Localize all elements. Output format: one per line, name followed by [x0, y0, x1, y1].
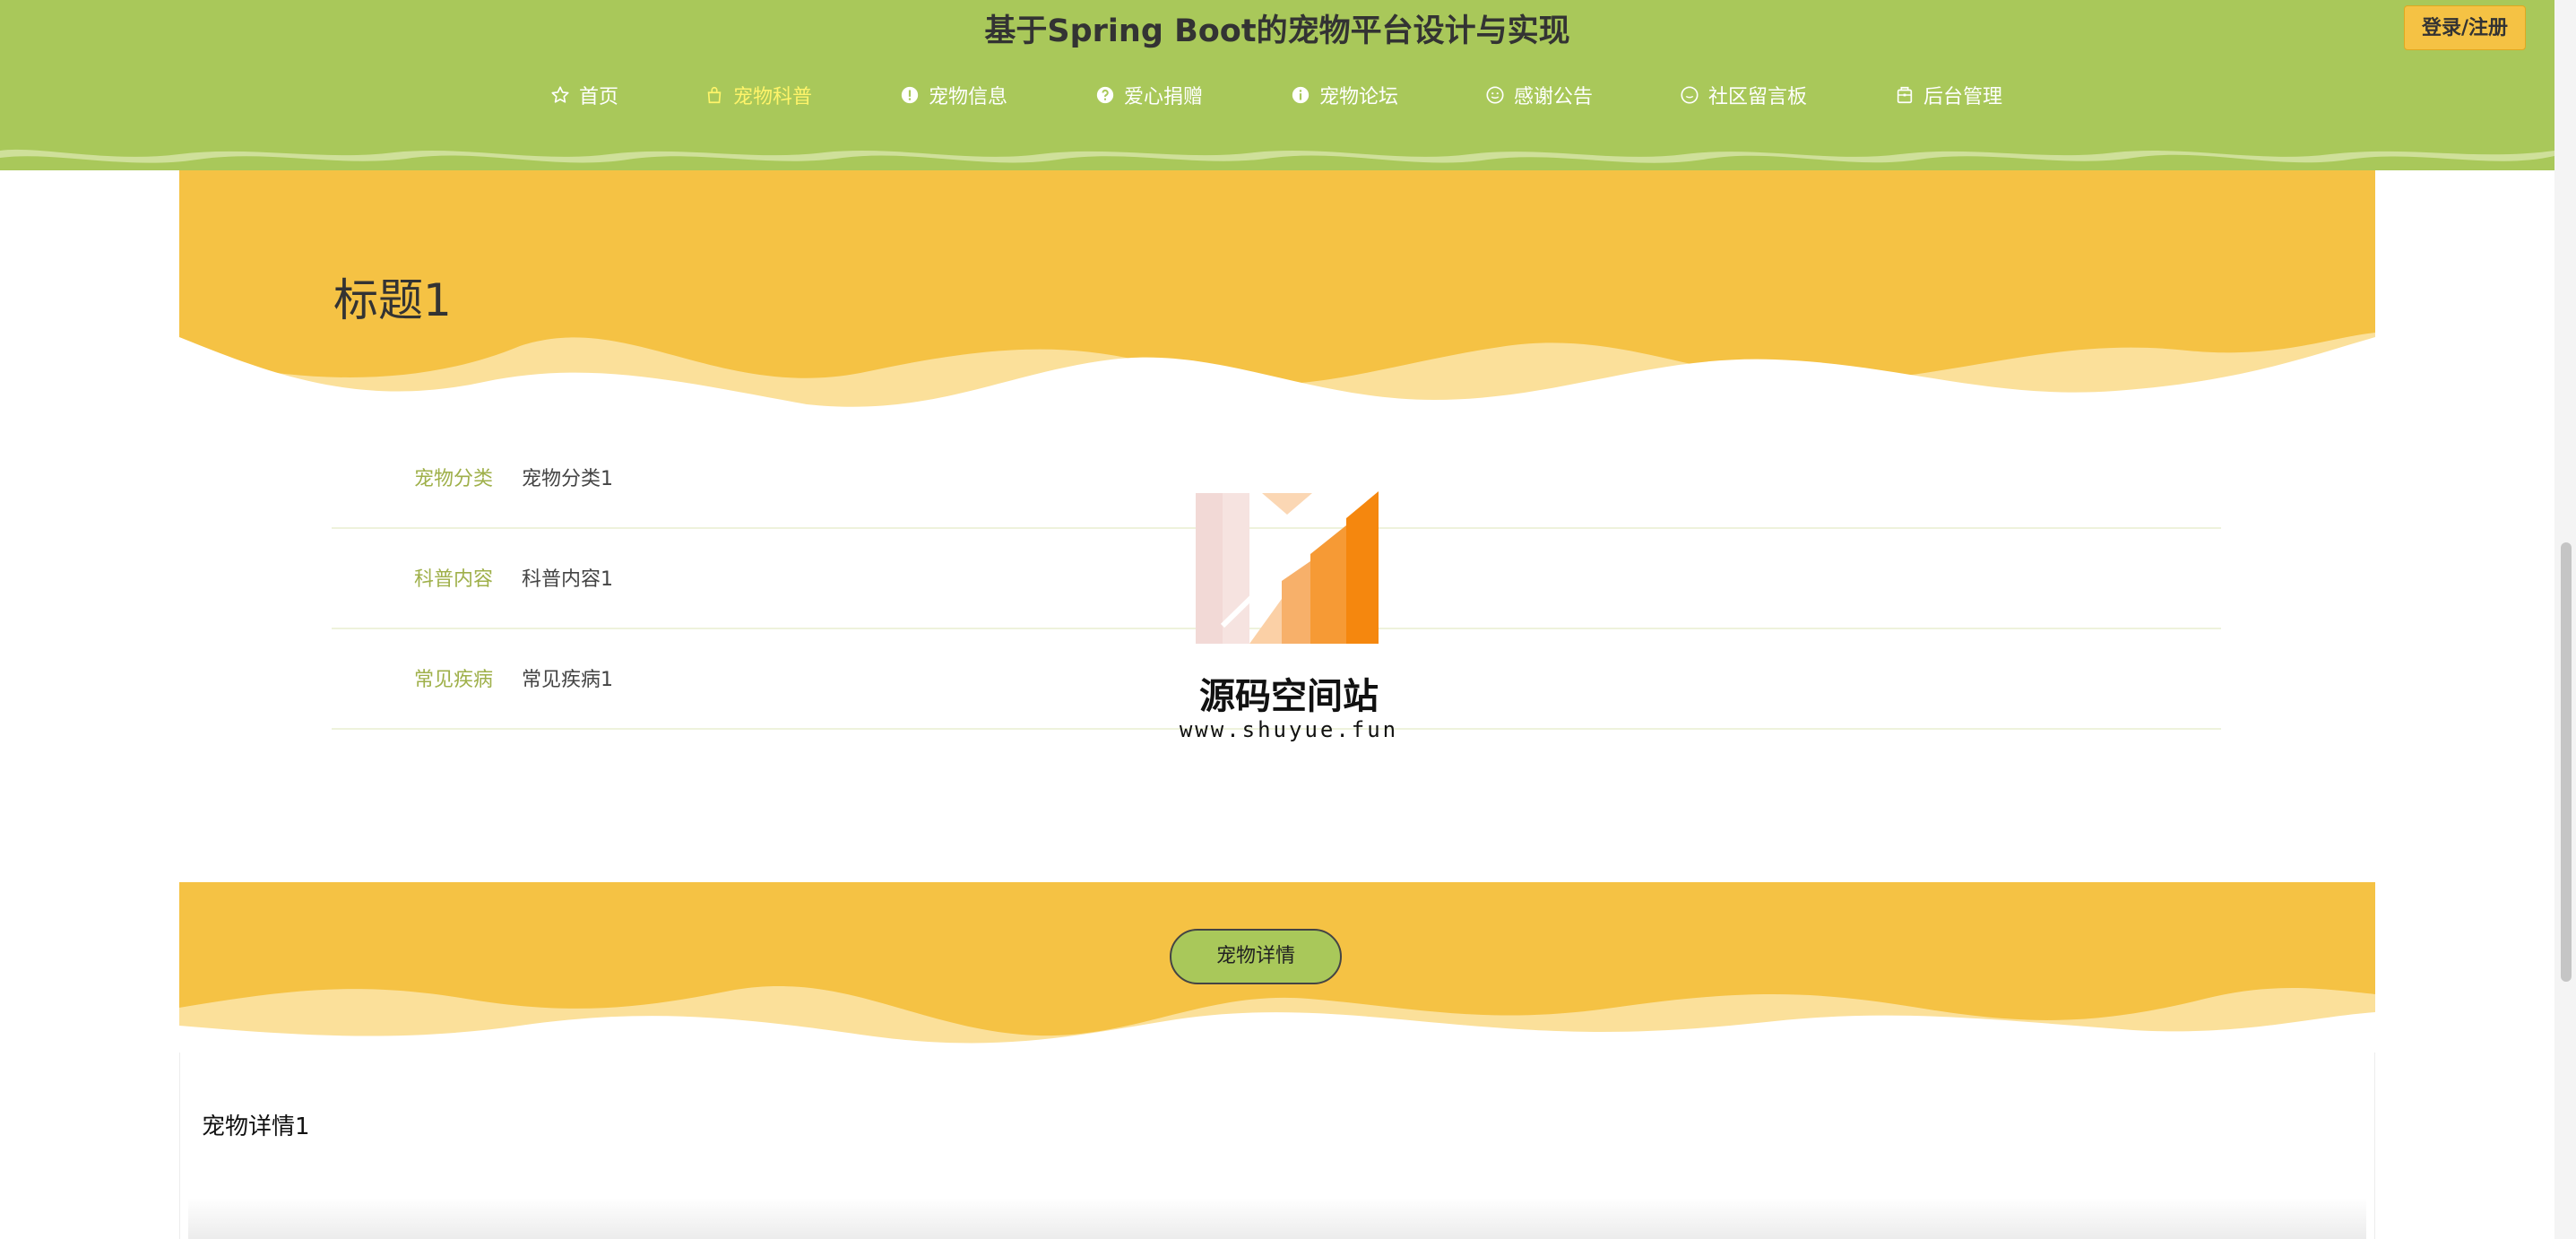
- info-label: 科普内容: [413, 568, 493, 591]
- nav-item-home[interactable]: 首页: [550, 77, 618, 113]
- admin-icon: [1895, 85, 1915, 105]
- nav-item-admin[interactable]: 后台管理: [1895, 77, 2002, 113]
- nav-label: 社区留言板: [1708, 86, 1808, 108]
- info-icon: [900, 85, 920, 105]
- top-header: 基于Spring Boot的宠物平台设计与实现 登录/注册 首页 宠物科普 宠物…: [0, 0, 2554, 170]
- detail-title: 标题1: [333, 274, 452, 326]
- nav-item-message-board[interactable]: 社区留言板: [1680, 77, 1807, 113]
- detail-wave-edge: [179, 333, 2375, 418]
- watermark-logo-icon: [1196, 491, 1379, 644]
- question-icon: [1095, 85, 1115, 105]
- nav-item-thanks-notice[interactable]: 感谢公告: [1485, 77, 1593, 113]
- pet-detail-content: 宠物详情1: [202, 1113, 310, 1140]
- star-icon: [550, 85, 570, 105]
- chat-icon: [1680, 85, 1699, 105]
- watermark-name: 源码空间站: [1199, 676, 1379, 717]
- info-icon: [1291, 85, 1310, 105]
- detail-header-band: [179, 167, 2375, 418]
- watermark-url: www.shuyue.fun: [1179, 717, 1399, 742]
- nav-item-donation[interactable]: 爱心捐赠: [1095, 77, 1203, 113]
- info-value: 常见疾病1: [522, 669, 613, 691]
- header-wave-edge: [0, 143, 2554, 163]
- site-title: 基于Spring Boot的宠物平台设计与实现: [984, 13, 1570, 49]
- bottom-shadow: [188, 1198, 2366, 1239]
- info-value: 科普内容1: [522, 568, 613, 591]
- nav-label: 首页: [579, 86, 619, 108]
- info-label: 常见疾病: [413, 669, 493, 691]
- nav-item-forum[interactable]: 宠物论坛: [1291, 77, 1398, 113]
- nav-label: 宠物信息: [929, 86, 1008, 108]
- info-value: 宠物分类1: [522, 468, 613, 490]
- info-label: 宠物分类: [413, 468, 493, 490]
- pet-detail-tab-button[interactable]: 宠物详情: [1170, 929, 1342, 984]
- nav-item-pet-science[interactable]: 宠物科普: [705, 77, 812, 113]
- nav-item-pet-info[interactable]: 宠物信息: [900, 77, 1007, 113]
- smile-icon: [1485, 85, 1505, 105]
- nav-label: 爱心捐赠: [1124, 86, 1204, 108]
- nav-label: 宠物论坛: [1319, 86, 1399, 108]
- main-nav: 首页 宠物科普 宠物信息 爱心捐赠 宠物论坛 感谢公告 社区留言板 后台管理: [0, 77, 2554, 113]
- bag-icon: [705, 85, 724, 105]
- scrollbar-thumb[interactable]: [2561, 542, 2572, 982]
- nav-label: 感谢公告: [1514, 86, 1594, 108]
- nav-label: 宠物科普: [733, 86, 813, 108]
- nav-label: 后台管理: [1923, 86, 2003, 108]
- login-register-button[interactable]: 登录/注册: [2404, 5, 2526, 50]
